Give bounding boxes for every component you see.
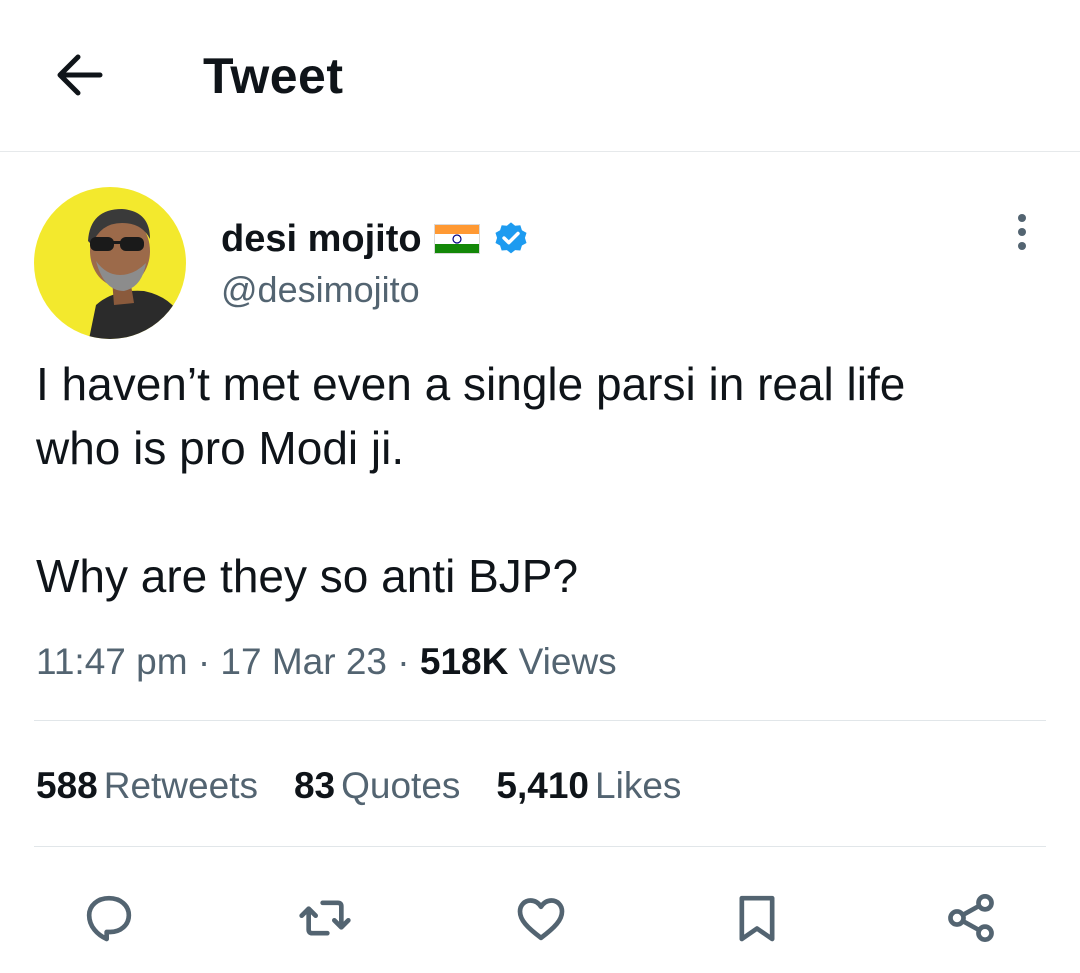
likes-count: 5,410 (496, 765, 590, 806)
tweet-text-line: who is pro Modi ji. (36, 422, 405, 474)
quotes-stat[interactable]: 83 Quotes (294, 758, 460, 814)
share-button[interactable] (936, 880, 1006, 956)
author-name-row: desi mojito (221, 213, 530, 265)
bookmark-icon (739, 895, 775, 942)
tweet-text-line: Why are they so anti BJP? (36, 550, 579, 602)
retweets-count: 588 (36, 765, 98, 806)
action-bar (0, 880, 1080, 956)
divider (34, 846, 1046, 847)
verified-badge-icon (492, 220, 530, 258)
meta-separator: · (197, 641, 221, 682)
retweet-icon (299, 900, 351, 936)
more-options-button[interactable] (1000, 206, 1044, 258)
india-flag-icon (433, 224, 480, 254)
quotes-label: Quotes (341, 765, 461, 806)
display-name[interactable]: desi mojito (221, 213, 422, 265)
likes-label: Likes (595, 765, 682, 806)
bookmark-button[interactable] (722, 880, 792, 956)
meta-separator: · (397, 641, 420, 682)
paragraph-break (36, 480, 1046, 544)
share-icon (948, 893, 994, 943)
arrow-left-icon (57, 54, 103, 96)
avatar[interactable] (34, 187, 186, 339)
more-vertical-icon (1018, 214, 1026, 250)
divider (34, 720, 1046, 721)
tweet-date[interactable]: 17 Mar 23 (220, 641, 387, 682)
reply-icon (86, 895, 132, 942)
retweets-label: Retweets (103, 765, 258, 806)
tweet-time[interactable]: 11:47 pm (36, 641, 188, 682)
like-icon (517, 898, 565, 941)
top-bar: Tweet (0, 0, 1080, 152)
quotes-count: 83 (293, 765, 336, 806)
views-count: 518K (419, 641, 509, 682)
likes-stat[interactable]: 5,410 Likes (496, 758, 681, 814)
avatar-image (34, 187, 186, 339)
retweets-stat[interactable]: 588 Retweets (36, 758, 258, 814)
retweet-button[interactable] (290, 880, 360, 956)
reply-button[interactable] (74, 880, 144, 956)
tweet-text-line: I haven’t met even a single parsi in rea… (36, 358, 906, 410)
back-button[interactable] (50, 46, 108, 104)
author-handle[interactable]: @desimojito (221, 265, 420, 315)
views-label: Views (518, 641, 617, 682)
page-title: Tweet (203, 48, 344, 104)
tweet-meta: 11:47 pm · 17 Mar 23 · 518K Views (36, 634, 617, 690)
engagement-stats: 588 Retweets 83 Quotes 5,410 Likes (36, 758, 717, 814)
like-button[interactable] (506, 880, 576, 956)
tweet-text: I haven’t met even a single parsi in rea… (36, 352, 1046, 608)
